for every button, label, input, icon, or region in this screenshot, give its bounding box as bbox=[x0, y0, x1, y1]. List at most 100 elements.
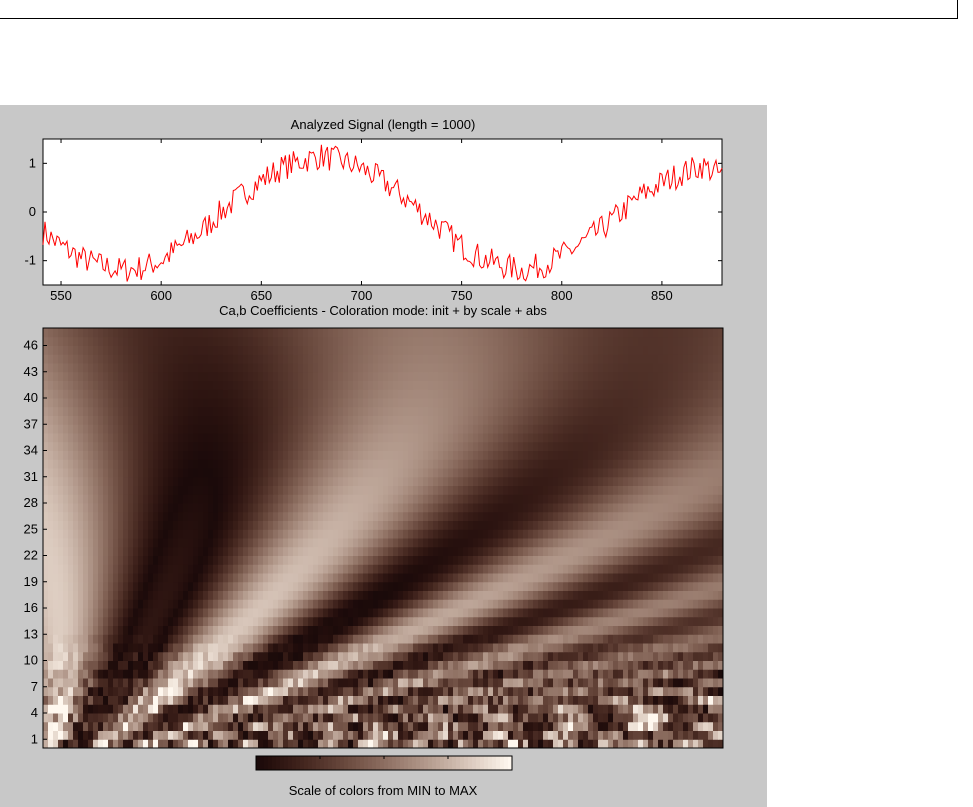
heatmap-cell bbox=[233, 450, 239, 460]
heatmap-cell bbox=[103, 546, 109, 556]
heatmap-cell bbox=[568, 651, 574, 661]
heatmap-cell bbox=[113, 441, 119, 451]
heatmap-cell bbox=[238, 511, 244, 521]
heatmap-cell bbox=[248, 511, 254, 521]
heatmap-cell bbox=[333, 441, 339, 451]
heatmap-cell bbox=[588, 608, 594, 618]
heatmap-cell bbox=[658, 494, 664, 504]
heatmap-cell bbox=[438, 643, 444, 653]
heatmap-cell bbox=[473, 546, 479, 556]
heatmap-cell bbox=[588, 713, 594, 723]
heatmap-cell bbox=[88, 529, 94, 539]
heatmap-cell bbox=[343, 651, 349, 661]
heatmap-cell bbox=[473, 730, 479, 740]
heatmap-cell bbox=[383, 721, 389, 731]
heatmap-cell bbox=[78, 634, 84, 644]
heatmap-cell bbox=[448, 695, 454, 705]
heatmap-cell bbox=[553, 634, 559, 644]
heatmap-cell bbox=[198, 520, 204, 530]
heatmap-cell bbox=[58, 450, 64, 460]
heatmap-cell bbox=[338, 686, 344, 696]
heatmap-cell bbox=[148, 678, 154, 688]
heatmap-cell bbox=[463, 590, 469, 600]
heatmap-cell bbox=[348, 686, 354, 696]
heatmap-cell bbox=[463, 669, 469, 679]
heatmap-cell bbox=[498, 678, 504, 688]
heatmap-cell bbox=[698, 721, 704, 731]
heatmap-cell bbox=[608, 520, 614, 530]
heatmap-cell bbox=[558, 616, 564, 626]
heatmap-cell bbox=[283, 433, 289, 443]
heatmap-cell bbox=[278, 616, 284, 626]
heatmap-cell bbox=[118, 433, 124, 443]
heatmap-cell bbox=[648, 555, 654, 565]
heatmap-cell bbox=[163, 476, 169, 486]
heatmap-cell bbox=[198, 678, 204, 688]
heatmap-cell bbox=[623, 476, 629, 486]
heatmap-cell bbox=[698, 555, 704, 565]
heatmap-cell bbox=[363, 660, 369, 670]
heatmap-cell bbox=[393, 660, 399, 670]
heatmap-cell bbox=[578, 599, 584, 609]
heatmap-cell bbox=[433, 608, 439, 618]
heatmap-cell bbox=[48, 564, 54, 574]
heatmap-cell bbox=[283, 546, 289, 556]
heatmap-cell bbox=[268, 713, 274, 723]
heatmap-cell bbox=[238, 643, 244, 653]
heatmap-cell bbox=[188, 721, 194, 731]
heatmap-cell bbox=[618, 503, 624, 513]
heatmap-cell bbox=[628, 713, 634, 723]
heatmap-cell bbox=[233, 651, 239, 661]
heatmap-cell bbox=[453, 625, 459, 635]
heatmap-cell bbox=[418, 485, 424, 495]
heatmap-cell bbox=[78, 573, 84, 583]
heatmap-cell bbox=[453, 651, 459, 661]
heatmap-cell bbox=[358, 459, 364, 469]
heatmap-cell bbox=[613, 573, 619, 583]
heatmap-cell bbox=[463, 678, 469, 688]
heatmap-cell bbox=[378, 660, 384, 670]
heatmap-cell bbox=[218, 730, 224, 740]
heatmap-cell bbox=[63, 643, 69, 653]
heatmap-cell bbox=[263, 503, 269, 513]
heatmap-cell bbox=[503, 581, 509, 591]
heatmap-cell bbox=[638, 643, 644, 653]
heatmap-cell bbox=[453, 713, 459, 723]
heatmap-cell bbox=[608, 441, 614, 451]
heatmap-cell bbox=[593, 739, 599, 749]
heatmap-cell bbox=[353, 686, 359, 696]
heatmap-cell bbox=[378, 511, 384, 521]
heatmap-cell bbox=[648, 538, 654, 548]
heatmap-cell bbox=[108, 476, 114, 486]
heatmap-cell bbox=[503, 669, 509, 679]
heatmap-cell bbox=[133, 529, 139, 539]
heatmap-cell bbox=[653, 581, 659, 591]
heatmap-cell bbox=[518, 573, 524, 583]
heatmap-cell bbox=[198, 529, 204, 539]
heatmap-cell bbox=[248, 739, 254, 749]
heatmap-cell bbox=[78, 608, 84, 618]
heatmap-cell bbox=[158, 433, 164, 443]
heatmap-cell bbox=[508, 625, 514, 635]
heatmap-cell bbox=[138, 546, 144, 556]
heatmap-cell bbox=[213, 520, 219, 530]
heatmap-cell bbox=[108, 581, 114, 591]
heatmap-cell bbox=[328, 494, 334, 504]
heatmap-cell bbox=[508, 581, 514, 591]
heatmap-cell bbox=[598, 625, 604, 635]
heatmap-cell bbox=[693, 485, 699, 495]
heatmap-cell bbox=[168, 608, 174, 618]
heatmap-cell bbox=[333, 468, 339, 478]
heatmap-cell bbox=[698, 459, 704, 469]
heatmap-cell bbox=[448, 485, 454, 495]
heatmap-cell bbox=[358, 669, 364, 679]
heatmap-cell bbox=[243, 590, 249, 600]
heatmap-cell bbox=[213, 695, 219, 705]
heatmap-cell bbox=[523, 590, 529, 600]
heatmap-cell bbox=[103, 459, 109, 469]
heatmap-cell bbox=[48, 503, 54, 513]
heatmap-cell bbox=[603, 651, 609, 661]
heatmap-cell bbox=[163, 590, 169, 600]
heatmap-cell bbox=[488, 599, 494, 609]
heatmap-cell bbox=[363, 529, 369, 539]
